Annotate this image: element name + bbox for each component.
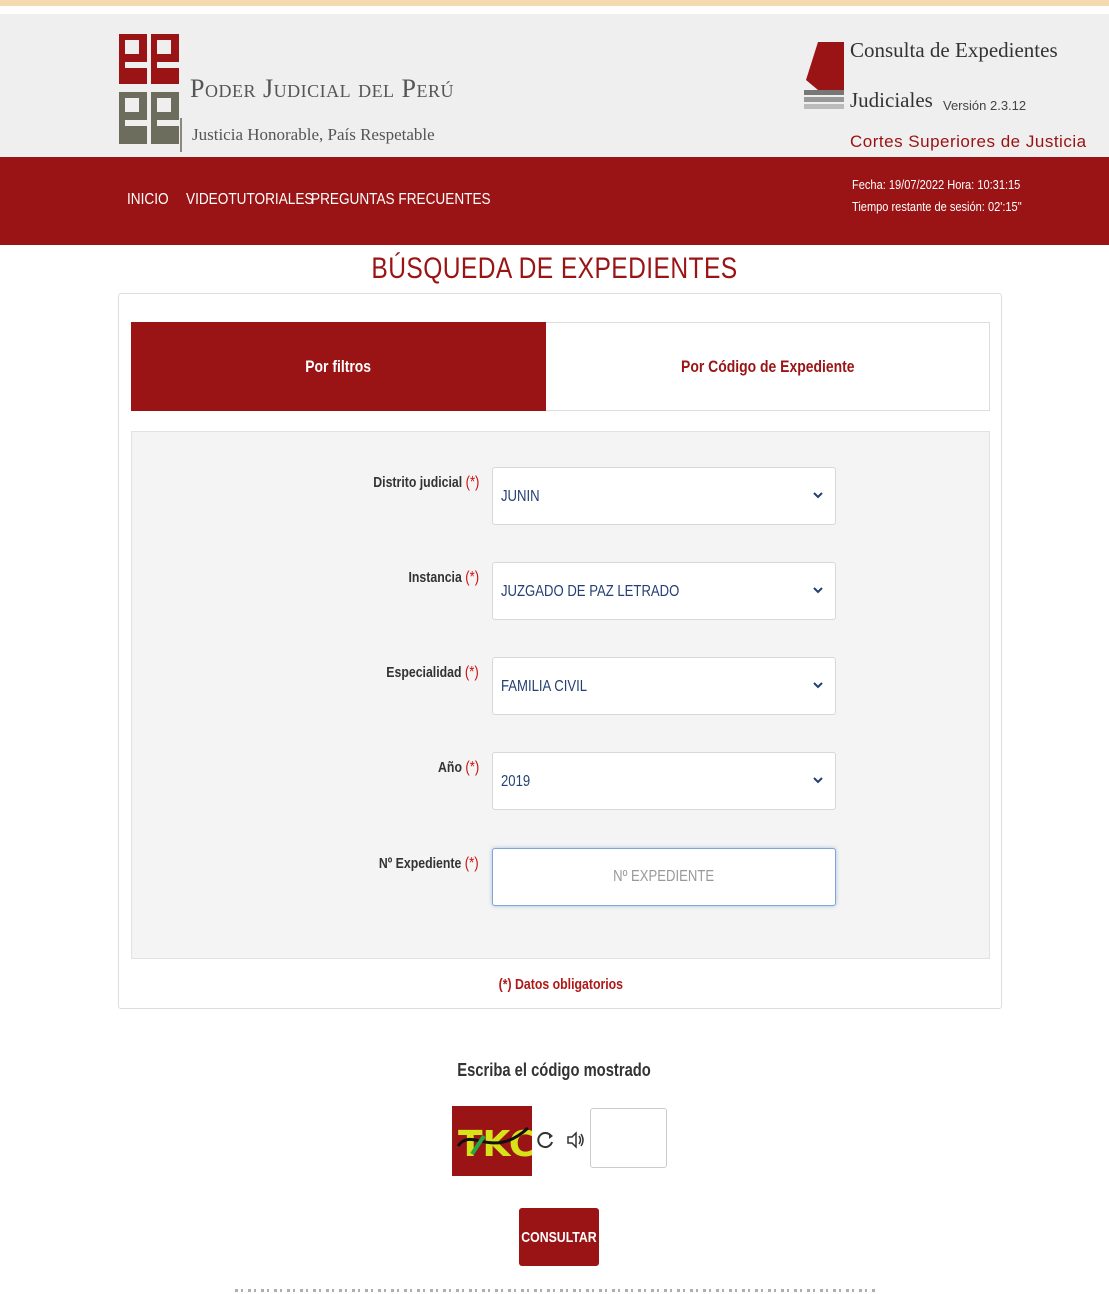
required-marker: (*) [465,664,479,681]
tab-por-filtros[interactable]: Por filtros [131,322,546,411]
select-value: JUNIN [501,488,540,505]
app-title-line1: Consulta de Expedientes [850,38,1058,62]
chevron-down-icon [813,587,823,594]
footer-note [0,1287,1109,1294]
required-marker: (*) [465,855,479,872]
field-label-text: Año [437,759,462,776]
field-label-text: Distrito judicial [372,474,462,491]
captcha-code: TKCA [458,1124,532,1165]
main-navbar: INICIO VIDEOTUTORIALES PREGUNTAS FRECUEN… [0,157,1109,245]
expediente-input[interactable]: Nº EXPEDIENTE [492,848,836,906]
field-label-anio: Año (*) [438,759,479,777]
captcha-image: TKCA [452,1106,532,1176]
captcha-input[interactable] [590,1108,667,1168]
chevron-down-icon [813,777,823,784]
nav-inicio[interactable]: INICIO [127,191,169,209]
select-value: FAMILIA CIVIL [501,678,588,695]
especialidad-select[interactable]: FAMILIA CIVIL [492,657,836,715]
nav-preguntas-frecuentes[interactable]: PREGUNTAS FRECUENTES [311,191,491,209]
consultar-label: CONSULTAR [521,1228,597,1246]
required-marker: (*) [465,759,479,776]
footer-text-cropped [234,1289,875,1292]
top-accent-strip [0,0,1109,14]
tab-label: Por filtros [305,356,372,376]
chevron-down-icon [813,682,823,689]
tab-por-codigo[interactable]: Por Código de Expediente [546,322,990,411]
tab-label: Por Código de Expediente [680,356,855,376]
field-label-text: Especialidad [386,664,462,681]
app-scope: Cortes Superiores de Justicia [850,132,1087,151]
captcha-label-text: Escriba el código mostrado [457,1060,652,1080]
consultar-button[interactable]: CONSULTAR [519,1208,599,1266]
organization-name: Poder Judicial del Perú [190,74,455,103]
captcha-label: Escriba el código mostrado [0,1060,1109,1081]
app-version: Versión 2.3.12 [943,98,1027,113]
expedientes-book-icon [804,42,844,109]
field-label-especialidad: Especialidad (*) [387,664,479,682]
required-marker: (*) [465,474,479,491]
required-note: (*) Datos obligatorios [119,976,1003,993]
speaker-icon[interactable] [566,1130,586,1150]
page-title: BÚSQUEDA DE EXPEDIENTES [371,252,738,285]
field-label-text: Instancia [408,569,462,586]
app-title-line2: Judiciales [850,88,933,112]
chevron-down-icon [813,492,823,499]
search-card: Por filtros Por Código de Expediente Dis… [118,293,1002,1009]
required-marker: (*) [465,569,479,586]
refresh-icon[interactable] [536,1130,556,1150]
anio-select[interactable]: 2019 [492,752,836,810]
field-label-text: Nº Expediente [379,855,462,872]
select-value: 2019 [501,773,531,790]
filter-form: Distrito judicial (*) JUNIN Instancia (*… [131,431,990,959]
organization-motto-wrap: Justicia Honorable, País Respetable [180,118,435,152]
instancia-select[interactable]: JUZGADO DE PAZ LETRADO [492,562,836,620]
field-label-instancia: Instancia (*) [408,569,479,587]
poder-judicial-logo-icon [119,34,179,144]
organization-motto: Justicia Honorable, País Respetable [192,125,435,144]
field-label-distrito: Distrito judicial (*) [373,474,479,492]
session-remaining: Tiempo restante de sesión: 02':15" [852,199,1022,214]
session-datetime: Fecha: 19/07/2022 Hora: 10:31:15 [852,177,1021,192]
field-label-expediente: Nº Expediente (*) [379,855,479,873]
nav-videotutoriales[interactable]: VIDEOTUTORIALES [186,191,313,209]
site-header: Poder Judicial del Perú Justicia Honorab… [0,14,1109,157]
expediente-placeholder: Nº EXPEDIENTE [613,868,715,885]
required-note-text: (*) Datos obligatorios [498,976,624,993]
distrito-judicial-select[interactable]: JUNIN [492,467,836,525]
select-value: JUZGADO DE PAZ LETRADO [501,583,680,600]
